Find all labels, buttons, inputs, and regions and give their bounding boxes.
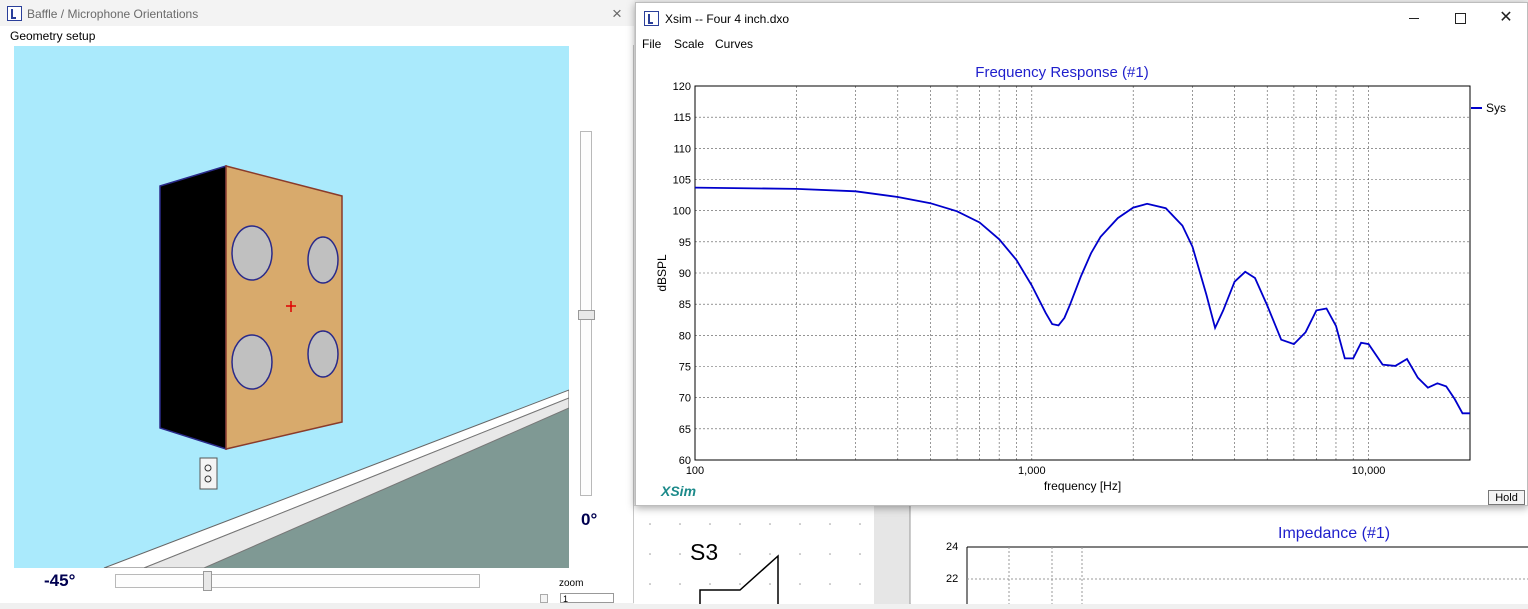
y-tick-label: 80: [679, 330, 691, 342]
horizontal-angle-label: -45°: [44, 571, 76, 590]
y-tick-label: 110: [673, 143, 691, 155]
y-tick-label: 65: [679, 424, 691, 436]
zoom-input[interactable]: 1: [560, 593, 614, 604]
y-tick-label: 95: [679, 237, 691, 249]
impedance-ytick-24: 24: [946, 541, 959, 553]
baffle-scene-graphic: [14, 46, 569, 568]
impedance-background-graphic: [634, 506, 1528, 604]
zoom-spin-button[interactable]: [540, 594, 548, 603]
impedance-ytick-22: 22: [946, 573, 959, 585]
x-tick-label: 10,000: [1352, 465, 1386, 477]
impedance-chart-title: Impedance (#1): [1278, 525, 1391, 542]
menu-geometry-setup[interactable]: Geometry setup: [10, 29, 95, 43]
baffle-window: Baffle / Microphone Orientations × Geome…: [0, 0, 634, 604]
baffle-menubar: Geometry setup: [0, 26, 634, 45]
y-tick-label: 70: [679, 393, 691, 405]
minimize-icon[interactable]: [1394, 7, 1434, 29]
x-axis-label: frequency [Hz]: [1044, 479, 1121, 493]
xsim-logo: XSim: [661, 483, 697, 499]
xsim-titlebar: Xsim -- Four 4 inch.dxo ✕: [636, 3, 1527, 33]
zoom-label: zoom: [559, 578, 584, 589]
vertical-slider-thumb[interactable]: [578, 310, 595, 320]
y-tick-label: 105: [673, 175, 691, 187]
legend-label-sys: Sys: [1486, 101, 1506, 115]
y-tick-label: 120: [673, 81, 691, 93]
y-tick-label: 100: [673, 206, 691, 218]
x-tick-label: 100: [686, 465, 704, 477]
menu-scale[interactable]: Scale: [674, 37, 704, 51]
y-tick-label: 75: [679, 362, 691, 374]
vertical-angle-label: 0°: [581, 510, 598, 529]
schematic-label-s3: S3: [690, 539, 719, 565]
xsim-window-title: Xsim -- Four 4 inch.dxo: [665, 12, 790, 26]
series-line-sys: [694, 186, 1470, 415]
y-axis-ticks: 6065707580859095100105110115120: [673, 81, 691, 467]
maximize-icon[interactable]: [1440, 7, 1480, 29]
baffle-3d-view[interactable]: [14, 46, 569, 568]
chart-title: Frequency Response (#1): [975, 64, 1148, 81]
app-icon: [7, 6, 22, 21]
hold-button[interactable]: Hold: [1488, 490, 1525, 505]
y-tick-label: 90: [679, 268, 691, 280]
app-icon: [644, 11, 659, 26]
xsim-window: Xsim -- Four 4 inch.dxo ✕ File Scale Cur…: [635, 2, 1528, 506]
impedance-window: S3 Impedance (#1) 24 22: [634, 505, 1528, 604]
y-axis-label: dBSPL: [655, 254, 669, 292]
y-tick-label: 115: [673, 112, 691, 124]
horizontal-slider-thumb[interactable]: [203, 571, 212, 591]
x-tick-label: 1,000: [1018, 465, 1046, 477]
menu-file[interactable]: File: [642, 37, 661, 51]
x-axis-ticks: 100 1,000 10,000: [686, 465, 1386, 477]
menu-curves[interactable]: Curves: [715, 37, 753, 51]
frequency-response-chart[interactable]: Frequency Response (#1) 6065707580859095…: [636, 53, 1527, 503]
close-icon[interactable]: ✕: [1486, 7, 1526, 29]
y-tick-label: 85: [679, 299, 691, 311]
baffle-titlebar: Baffle / Microphone Orientations ×: [0, 0, 634, 26]
close-icon[interactable]: ×: [612, 4, 622, 24]
xsim-menubar: File Scale Curves: [636, 33, 1527, 53]
baffle-window-title: Baffle / Microphone Orientations: [27, 7, 199, 21]
horizontal-angle-slider[interactable]: [115, 574, 480, 588]
